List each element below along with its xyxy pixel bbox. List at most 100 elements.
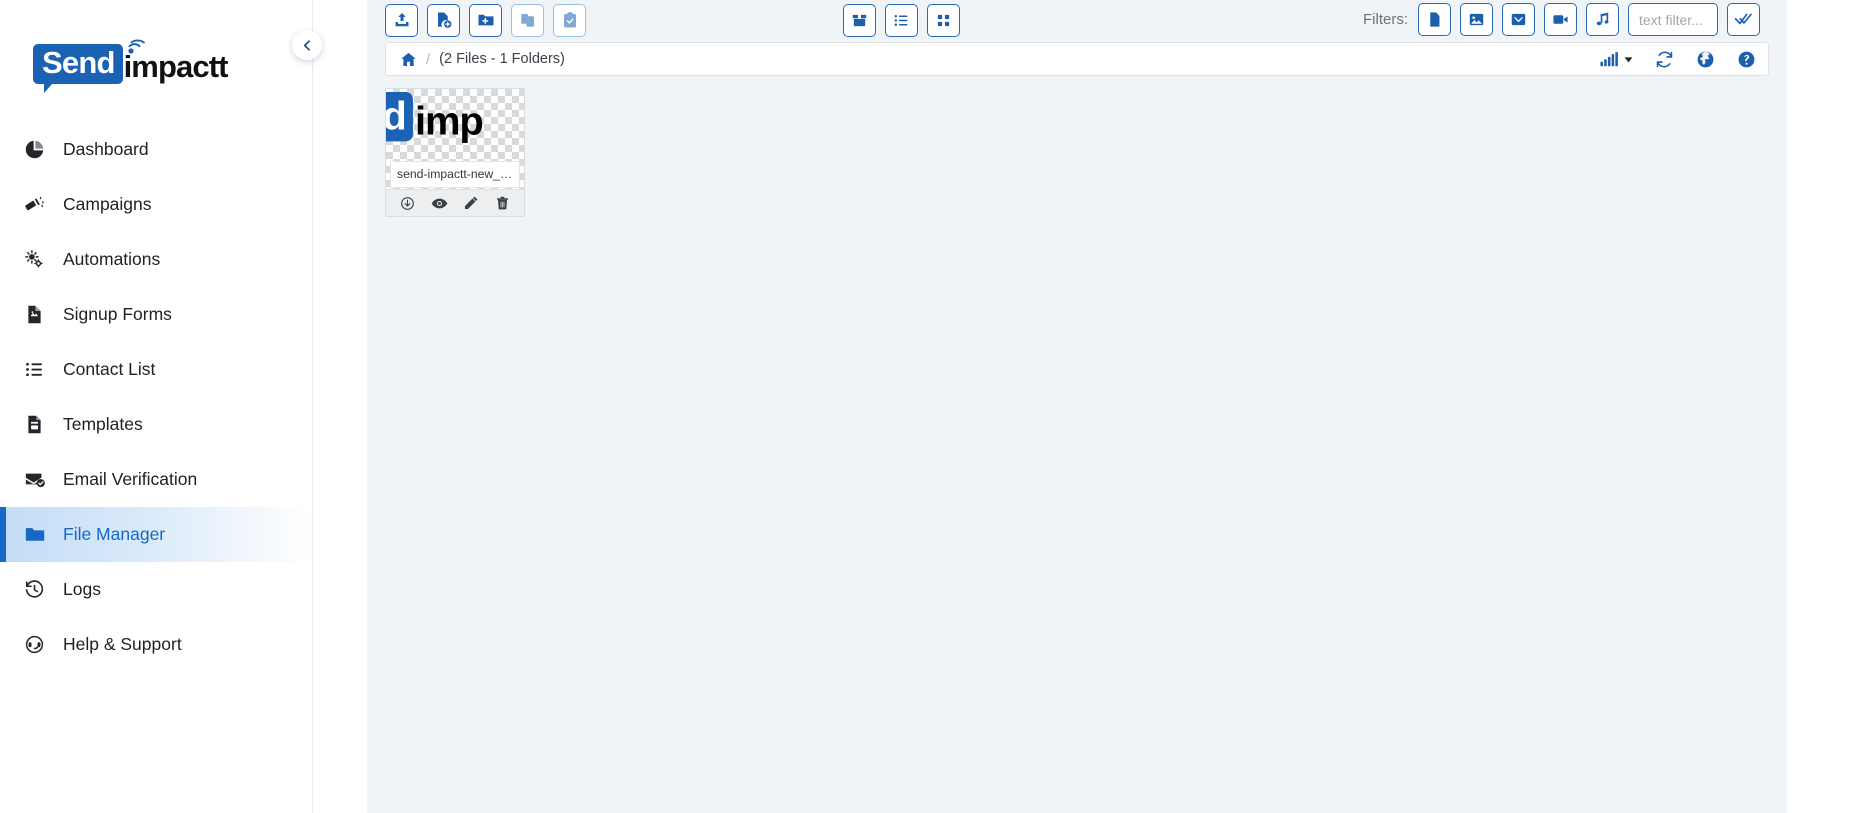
music-icon — [1596, 12, 1609, 26]
text-filter-input[interactable] — [1628, 3, 1718, 36]
help-button[interactable] — [1737, 50, 1756, 69]
breadcrumb-home-button[interactable] — [400, 51, 417, 68]
sidebar-item-file-manager[interactable]: File Manager — [0, 506, 312, 562]
chevron-down-icon — [1624, 56, 1633, 62]
pie-chart-icon — [24, 139, 58, 160]
filter-videos[interactable] — [1544, 3, 1577, 36]
usage-bars-button[interactable] — [1600, 51, 1633, 67]
file-name: send-impactt-new_… — [390, 161, 520, 188]
video-icon — [1553, 15, 1568, 24]
question-circle-icon — [1738, 51, 1755, 67]
envelope-check-icon — [24, 468, 58, 490]
sidebar-item-email-verification[interactable]: Email Verification — [0, 452, 312, 507]
paste-button[interactable] — [511, 3, 544, 37]
left-white-rail — [313, 0, 367, 813]
list-icon — [24, 359, 58, 380]
filter-documents[interactable] — [1418, 3, 1451, 36]
sidebar-item-label: Signup Forms — [63, 303, 172, 324]
sidebar: Send impactt Dashboard Campaigns Automat… — [0, 0, 322, 813]
template-file-icon — [24, 414, 58, 435]
eye-icon — [431, 198, 447, 208]
headset-icon — [24, 634, 58, 655]
history-clock-icon — [24, 579, 58, 600]
list-view-icon — [894, 14, 908, 26]
thumbnail-logo-crop: d imp — [386, 92, 484, 144]
brand-logo[interactable]: Send impactt — [0, 0, 312, 112]
toolbar-views — [843, 3, 969, 37]
megaphone-icon — [24, 194, 58, 215]
globe-icon — [1697, 51, 1714, 67]
rename-action[interactable] — [463, 195, 479, 211]
view-grid-button[interactable] — [927, 3, 960, 37]
sidebar-item-dashboard[interactable]: Dashboard — [0, 122, 312, 177]
file-plus-icon — [437, 12, 451, 28]
upload-button[interactable] — [385, 3, 418, 37]
sidebar-item-label: Dashboard — [63, 138, 149, 159]
upload-icon — [395, 12, 408, 27]
home-icon — [401, 52, 416, 66]
refresh-button[interactable] — [1655, 50, 1674, 69]
breadcrumb: / (2 Files - 1 Folders) — [385, 42, 1769, 76]
filter-audio[interactable] — [1586, 3, 1619, 36]
filters-label: Filters: — [1363, 11, 1408, 28]
trash-icon — [497, 196, 509, 209]
preview-action[interactable] — [431, 195, 448, 212]
file-manager-panel: Filters: text filter... / (2 Files - 1 F… — [367, 0, 1787, 813]
thumbnail-impactt-fragment: imp — [415, 99, 484, 144]
sidebar-item-contact-list[interactable]: Contact List — [0, 342, 312, 397]
download-action[interactable] — [400, 196, 415, 211]
breadcrumb-separator: / — [426, 50, 431, 68]
filter-images[interactable] — [1460, 3, 1493, 36]
view-list-button[interactable] — [885, 3, 918, 37]
image-icon — [1469, 13, 1484, 26]
sidebar-item-label: Contact List — [63, 358, 156, 379]
file-grid: d imp send-impactt-new_… — [367, 76, 1787, 229]
file-manager-toolbar: Filters: — [367, 0, 1787, 40]
clipboard-check-icon — [563, 12, 576, 28]
double-check-icon — [1734, 13, 1752, 25]
wifi-signal-icon — [127, 39, 145, 54]
file-card[interactable]: d imp send-impactt-new_… — [385, 88, 525, 217]
breadcrumb-count: (2 Files - 1 Folders) — [439, 51, 565, 67]
grid-view-icon — [937, 14, 950, 26]
file-icon — [1430, 12, 1440, 27]
new-file-button[interactable] — [427, 3, 460, 37]
view-boxes-button[interactable] — [843, 3, 876, 37]
sidebar-item-logs[interactable]: Logs — [0, 562, 312, 617]
language-button[interactable] — [1696, 50, 1715, 69]
sidebar-item-campaigns[interactable]: Campaigns — [0, 177, 312, 232]
sidebar-item-label: Campaigns — [63, 193, 152, 214]
file-thumbnail[interactable]: d imp send-impactt-new_… — [386, 89, 524, 189]
gears-icon — [24, 249, 58, 270]
sidebar-item-label: Logs — [63, 578, 101, 599]
sidebar-nav: Dashboard Campaigns Automations Signup F… — [0, 122, 312, 672]
sidebar-item-automations[interactable]: Automations — [0, 232, 312, 287]
sidebar-item-label: Automations — [63, 248, 161, 269]
folder-plus-icon — [478, 14, 493, 26]
filter-archives[interactable] — [1502, 3, 1535, 36]
clipboard-button[interactable] — [553, 3, 586, 37]
sidebar-item-signup-forms[interactable]: Signup Forms — [0, 287, 312, 342]
file-manager-page: Send impactt Dashboard Campaigns Automat… — [0, 0, 1857, 813]
archive-icon — [1511, 13, 1526, 26]
logo-impactt-label: impactt — [123, 49, 229, 84]
paste-icon — [520, 14, 534, 27]
toolbar-actions — [385, 3, 595, 37]
sidebar-collapse-button[interactable] — [292, 30, 322, 60]
folder-icon — [24, 523, 58, 545]
download-circle-icon — [400, 196, 414, 210]
box-icon — [852, 13, 867, 26]
right-white-rail — [1787, 0, 1857, 813]
thumbnail-send-fragment: d — [386, 92, 413, 142]
logo-impactt-text: impactt — [123, 39, 229, 84]
chevron-left-icon — [303, 39, 310, 51]
select-all-button[interactable] — [1727, 3, 1760, 36]
sidebar-item-templates[interactable]: Templates — [0, 397, 312, 452]
new-folder-button[interactable] — [469, 3, 502, 37]
sidebar-item-help-support[interactable]: Help & Support — [0, 617, 312, 672]
logo-send-text: Send — [33, 44, 123, 92]
pencil-icon — [465, 196, 478, 209]
delete-action[interactable] — [495, 196, 510, 211]
sidebar-item-label: Email Verification — [63, 468, 198, 489]
refresh-icon — [1656, 51, 1673, 67]
